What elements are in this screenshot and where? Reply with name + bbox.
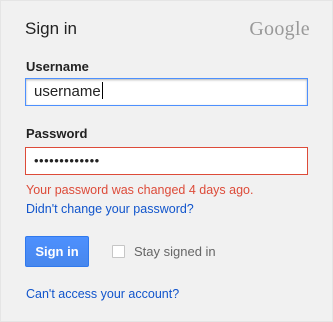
username-label: Username <box>26 59 89 74</box>
google-logo: Google <box>249 18 310 40</box>
sign-in-button[interactable]: Sign in <box>25 236 89 267</box>
didnt-change-password-link[interactable]: Didn't change your password? <box>26 202 194 216</box>
username-value: username <box>34 83 101 100</box>
username-input[interactable]: username <box>25 78 308 106</box>
cant-access-account-link[interactable]: Can't access your account? <box>26 287 179 301</box>
password-value: ••••••••••••• <box>34 153 100 168</box>
stay-signed-in-label[interactable]: Stay signed in <box>134 244 216 259</box>
password-label: Password <box>26 126 88 141</box>
password-input[interactable]: ••••••••••••• <box>25 147 308 175</box>
text-cursor <box>101 82 103 99</box>
sign-in-card: Sign in Google Username username Passwor… <box>0 0 333 322</box>
password-error-message: Your password was changed 4 days ago. <box>26 183 254 197</box>
stay-signed-in-checkbox[interactable] <box>112 245 125 258</box>
page-title: Sign in <box>25 19 77 38</box>
